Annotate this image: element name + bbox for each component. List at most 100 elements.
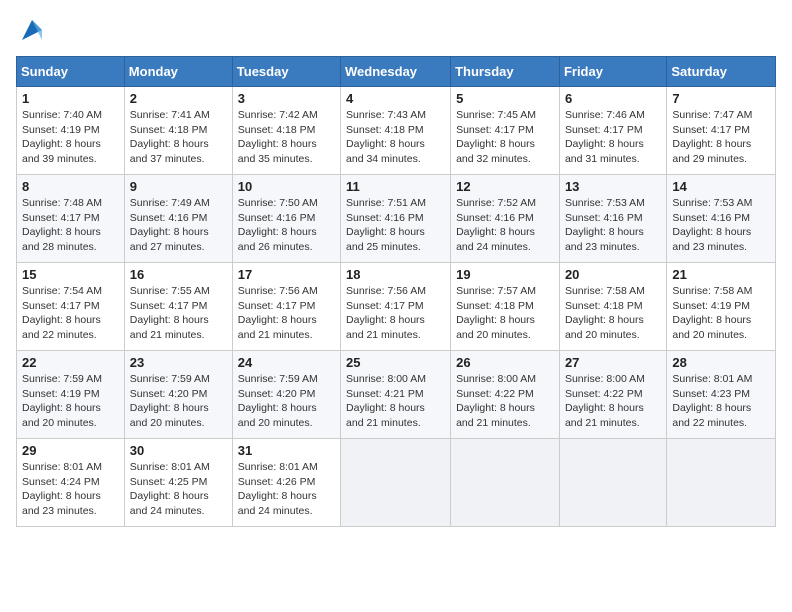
day-info: Sunrise: 7:47 AM Sunset: 4:17 PM Dayligh… bbox=[672, 108, 770, 167]
day-number: 6 bbox=[565, 91, 661, 106]
calendar-cell bbox=[451, 439, 560, 527]
sunrise-label: Sunrise: 7:51 AM bbox=[346, 197, 426, 209]
sunset-label: Sunset: 4:19 PM bbox=[672, 300, 750, 312]
sunset-label: Sunset: 4:22 PM bbox=[565, 388, 643, 400]
sunset-label: Sunset: 4:19 PM bbox=[22, 388, 100, 400]
sunrise-label: Sunrise: 7:45 AM bbox=[456, 109, 536, 121]
sunset-label: Sunset: 4:25 PM bbox=[130, 476, 208, 488]
weekday-header-sunday: Sunday bbox=[17, 57, 125, 87]
calendar-cell: 11 Sunrise: 7:51 AM Sunset: 4:16 PM Dayl… bbox=[341, 175, 451, 263]
sunrise-label: Sunrise: 7:58 AM bbox=[565, 285, 645, 297]
day-number: 5 bbox=[456, 91, 554, 106]
daylight-label: Daylight: 8 hours and 20 minutes. bbox=[238, 402, 317, 429]
sunrise-label: Sunrise: 7:59 AM bbox=[130, 373, 210, 385]
day-info: Sunrise: 7:43 AM Sunset: 4:18 PM Dayligh… bbox=[346, 108, 445, 167]
calendar-cell: 20 Sunrise: 7:58 AM Sunset: 4:18 PM Dayl… bbox=[559, 263, 666, 351]
weekday-header-wednesday: Wednesday bbox=[341, 57, 451, 87]
day-number: 10 bbox=[238, 179, 335, 194]
daylight-label: Daylight: 8 hours and 37 minutes. bbox=[130, 138, 209, 165]
day-info: Sunrise: 8:00 AM Sunset: 4:21 PM Dayligh… bbox=[346, 372, 445, 431]
day-number: 23 bbox=[130, 355, 227, 370]
day-info: Sunrise: 7:49 AM Sunset: 4:16 PM Dayligh… bbox=[130, 196, 227, 255]
calendar-cell: 16 Sunrise: 7:55 AM Sunset: 4:17 PM Dayl… bbox=[124, 263, 232, 351]
calendar-cell: 13 Sunrise: 7:53 AM Sunset: 4:16 PM Dayl… bbox=[559, 175, 666, 263]
calendar-week-1: 1 Sunrise: 7:40 AM Sunset: 4:19 PM Dayli… bbox=[17, 87, 776, 175]
calendar-cell: 5 Sunrise: 7:45 AM Sunset: 4:17 PM Dayli… bbox=[451, 87, 560, 175]
day-info: Sunrise: 7:40 AM Sunset: 4:19 PM Dayligh… bbox=[22, 108, 119, 167]
daylight-label: Daylight: 8 hours and 23 minutes. bbox=[22, 490, 101, 517]
daylight-label: Daylight: 8 hours and 20 minutes. bbox=[672, 314, 751, 341]
sunrise-label: Sunrise: 7:58 AM bbox=[672, 285, 752, 297]
sunrise-label: Sunrise: 7:53 AM bbox=[672, 197, 752, 209]
day-number: 7 bbox=[672, 91, 770, 106]
day-number: 12 bbox=[456, 179, 554, 194]
sunset-label: Sunset: 4:21 PM bbox=[346, 388, 424, 400]
calendar-cell: 30 Sunrise: 8:01 AM Sunset: 4:25 PM Dayl… bbox=[124, 439, 232, 527]
logo bbox=[16, 16, 46, 44]
daylight-label: Daylight: 8 hours and 23 minutes. bbox=[672, 226, 751, 253]
day-number: 25 bbox=[346, 355, 445, 370]
calendar-week-3: 15 Sunrise: 7:54 AM Sunset: 4:17 PM Dayl… bbox=[17, 263, 776, 351]
day-info: Sunrise: 7:56 AM Sunset: 4:17 PM Dayligh… bbox=[238, 284, 335, 343]
calendar-cell: 29 Sunrise: 8:01 AM Sunset: 4:24 PM Dayl… bbox=[17, 439, 125, 527]
day-number: 4 bbox=[346, 91, 445, 106]
sunset-label: Sunset: 4:16 PM bbox=[238, 212, 316, 224]
day-info: Sunrise: 7:59 AM Sunset: 4:19 PM Dayligh… bbox=[22, 372, 119, 431]
sunset-label: Sunset: 4:18 PM bbox=[565, 300, 643, 312]
sunrise-label: Sunrise: 7:43 AM bbox=[346, 109, 426, 121]
daylight-label: Daylight: 8 hours and 26 minutes. bbox=[238, 226, 317, 253]
calendar-cell: 7 Sunrise: 7:47 AM Sunset: 4:17 PM Dayli… bbox=[667, 87, 776, 175]
day-number: 3 bbox=[238, 91, 335, 106]
calendar-week-2: 8 Sunrise: 7:48 AM Sunset: 4:17 PM Dayli… bbox=[17, 175, 776, 263]
sunrise-label: Sunrise: 7:59 AM bbox=[238, 373, 318, 385]
daylight-label: Daylight: 8 hours and 27 minutes. bbox=[130, 226, 209, 253]
sunrise-label: Sunrise: 7:57 AM bbox=[456, 285, 536, 297]
calendar-cell: 25 Sunrise: 8:00 AM Sunset: 4:21 PM Dayl… bbox=[341, 351, 451, 439]
daylight-label: Daylight: 8 hours and 21 minutes. bbox=[456, 402, 535, 429]
day-number: 15 bbox=[22, 267, 119, 282]
day-info: Sunrise: 7:55 AM Sunset: 4:17 PM Dayligh… bbox=[130, 284, 227, 343]
day-number: 24 bbox=[238, 355, 335, 370]
daylight-label: Daylight: 8 hours and 25 minutes. bbox=[346, 226, 425, 253]
sunset-label: Sunset: 4:17 PM bbox=[346, 300, 424, 312]
day-number: 19 bbox=[456, 267, 554, 282]
calendar-cell: 23 Sunrise: 7:59 AM Sunset: 4:20 PM Dayl… bbox=[124, 351, 232, 439]
day-number: 27 bbox=[565, 355, 661, 370]
day-info: Sunrise: 7:51 AM Sunset: 4:16 PM Dayligh… bbox=[346, 196, 445, 255]
sunrise-label: Sunrise: 7:42 AM bbox=[238, 109, 318, 121]
daylight-label: Daylight: 8 hours and 20 minutes. bbox=[22, 402, 101, 429]
sunset-label: Sunset: 4:17 PM bbox=[238, 300, 316, 312]
sunrise-label: Sunrise: 7:49 AM bbox=[130, 197, 210, 209]
day-info: Sunrise: 7:53 AM Sunset: 4:16 PM Dayligh… bbox=[565, 196, 661, 255]
sunset-label: Sunset: 4:19 PM bbox=[22, 124, 100, 136]
calendar-cell: 22 Sunrise: 7:59 AM Sunset: 4:19 PM Dayl… bbox=[17, 351, 125, 439]
sunset-label: Sunset: 4:16 PM bbox=[456, 212, 534, 224]
sunrise-label: Sunrise: 7:41 AM bbox=[130, 109, 210, 121]
daylight-label: Daylight: 8 hours and 23 minutes. bbox=[565, 226, 644, 253]
day-info: Sunrise: 7:53 AM Sunset: 4:16 PM Dayligh… bbox=[672, 196, 770, 255]
day-number: 17 bbox=[238, 267, 335, 282]
day-info: Sunrise: 8:01 AM Sunset: 4:25 PM Dayligh… bbox=[130, 460, 227, 519]
daylight-label: Daylight: 8 hours and 24 minutes. bbox=[238, 490, 317, 517]
calendar-cell: 2 Sunrise: 7:41 AM Sunset: 4:18 PM Dayli… bbox=[124, 87, 232, 175]
day-number: 18 bbox=[346, 267, 445, 282]
calendar-cell: 4 Sunrise: 7:43 AM Sunset: 4:18 PM Dayli… bbox=[341, 87, 451, 175]
sunset-label: Sunset: 4:16 PM bbox=[346, 212, 424, 224]
day-info: Sunrise: 7:48 AM Sunset: 4:17 PM Dayligh… bbox=[22, 196, 119, 255]
calendar-cell: 27 Sunrise: 8:00 AM Sunset: 4:22 PM Dayl… bbox=[559, 351, 666, 439]
weekday-header-monday: Monday bbox=[124, 57, 232, 87]
day-info: Sunrise: 8:01 AM Sunset: 4:24 PM Dayligh… bbox=[22, 460, 119, 519]
daylight-label: Daylight: 8 hours and 21 minutes. bbox=[130, 314, 209, 341]
calendar-cell: 12 Sunrise: 7:52 AM Sunset: 4:16 PM Dayl… bbox=[451, 175, 560, 263]
daylight-label: Daylight: 8 hours and 35 minutes. bbox=[238, 138, 317, 165]
daylight-label: Daylight: 8 hours and 39 minutes. bbox=[22, 138, 101, 165]
daylight-label: Daylight: 8 hours and 22 minutes. bbox=[672, 402, 751, 429]
daylight-label: Daylight: 8 hours and 29 minutes. bbox=[672, 138, 751, 165]
sunset-label: Sunset: 4:17 PM bbox=[22, 212, 100, 224]
calendar-cell bbox=[341, 439, 451, 527]
daylight-label: Daylight: 8 hours and 20 minutes. bbox=[130, 402, 209, 429]
calendar-table: SundayMondayTuesdayWednesdayThursdayFrid… bbox=[16, 56, 776, 527]
sunrise-label: Sunrise: 7:52 AM bbox=[456, 197, 536, 209]
calendar-cell: 26 Sunrise: 8:00 AM Sunset: 4:22 PM Dayl… bbox=[451, 351, 560, 439]
day-number: 29 bbox=[22, 443, 119, 458]
